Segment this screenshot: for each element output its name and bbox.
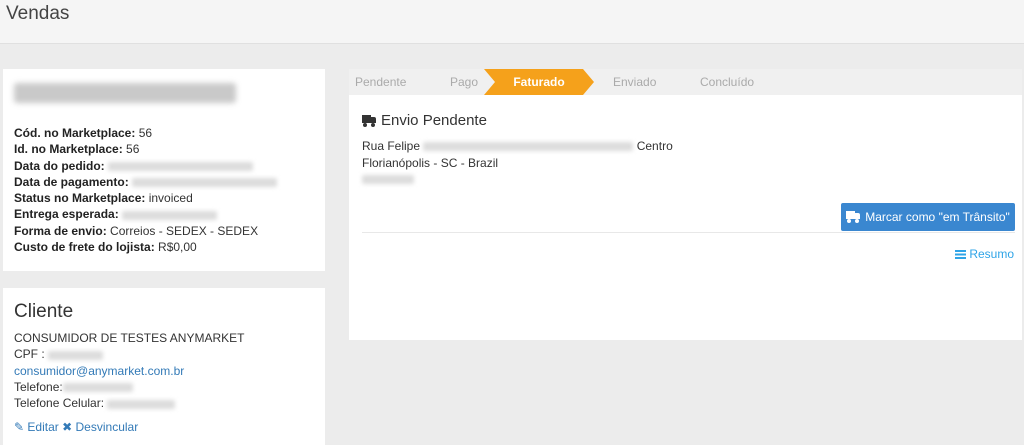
step-pago: Pago [450,75,479,89]
field-marketplace-code: Cód. no Marketplace: 56 [14,126,153,140]
redacted-value [62,383,133,393]
step-pendente: Pendente [355,75,407,89]
field-shipping-method: Forma de envio: Correios - SEDEX - SEDEX [14,223,259,238]
order-info-list: Cód. no Marketplace: 56 Id. no Marketpla… [14,125,278,255]
redacted-value [132,178,278,188]
shipping-address: Rua Felipe Centro Florianópolis - SC - B… [362,138,673,188]
step-concluido: Concluído [700,75,755,89]
shipping-card: Pendente Pago Faturado Enviado Concluído… [349,69,1022,340]
step-enviado: Enviado [613,75,657,89]
field-payment-date: Data de pagamento: [14,174,278,190]
divider [362,232,1015,233]
client-actions: ✎ Editar ✖ Desvincular [14,420,138,434]
step-faturado: Faturado [484,69,594,95]
list-icon [955,250,967,259]
address-line-city: Florianópolis - SC - Brazil [362,155,499,170]
order-info-card: Cód. no Marketplace: 56 Id. no Marketpla… [3,69,325,271]
truck-icon [846,211,861,223]
shipping-status-title: Envio Pendente [362,112,487,129]
field-expected-delivery: Entrega esperada: [14,206,277,222]
redacted-value [108,161,254,171]
field-freight-cost: Custo de frete do lojista: R$0,00 [14,240,197,255]
client-cpf: CPF : [14,346,244,362]
client-email-link[interactable]: consumidor@anymarket.com.br [14,363,244,379]
order-progress-steps: Pendente Pago Faturado Enviado Concluído [349,69,1022,95]
client-card: Cliente CONSUMIDOR DE TESTES ANYMARKET C… [3,288,325,445]
edit-client-link[interactable]: ✎ Editar [14,420,59,434]
client-name: CONSUMIDOR DE TESTES ANYMARKET [14,331,245,345]
redacted-value [48,350,104,360]
client-info-list: CONSUMIDOR DE TESTES ANYMARKET CPF : con… [14,330,244,411]
field-order-date: Data do pedido: [14,158,277,174]
field-marketplace-id: Id. no Marketplace: 56 [14,142,140,157]
store-name-redacted [14,83,236,103]
summary-link[interactable]: Resumo [955,247,1014,261]
client-phone: Telefone: [14,379,244,395]
redacted-value [107,399,176,409]
address-line-zip [362,171,673,188]
address-line-street: Rua Felipe Centro [362,139,673,153]
page-header: Vendas [0,0,1024,44]
pencil-icon: ✎ [14,420,25,434]
mark-in-transit-button[interactable]: Marcar como "em Trânsito" [841,203,1015,231]
redacted-value [423,142,634,152]
redacted-value [122,210,218,220]
page-title: Vendas [6,3,70,24]
truck-icon [362,115,377,127]
client-mobile: Telefone Celular: [14,395,244,411]
client-title: Cliente [14,301,74,322]
unlink-client-link[interactable]: ✖ Desvincular [62,420,138,434]
redacted-value [362,175,414,185]
close-icon: ✖ [62,420,73,434]
field-marketplace-status: Status no Marketplace: invoiced [14,191,193,206]
